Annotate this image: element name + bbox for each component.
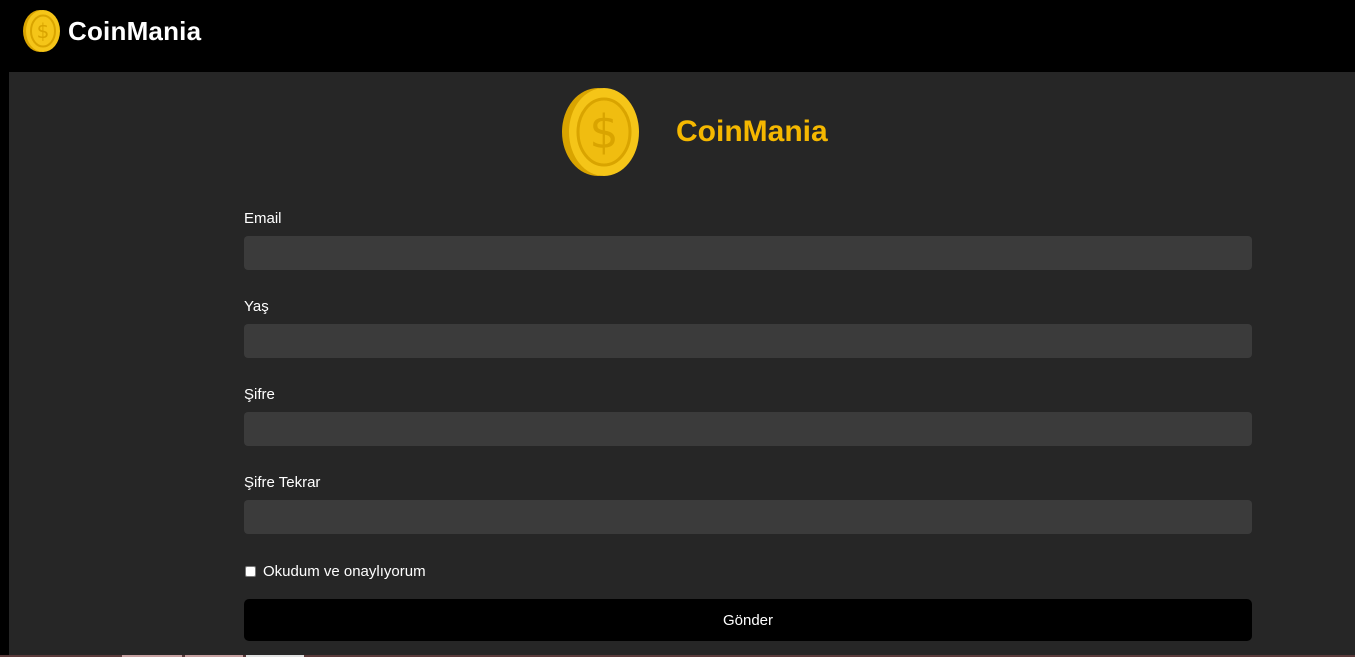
navbar-brand-name: CoinMania	[68, 15, 202, 46]
svg-text:$: $	[37, 19, 50, 43]
navbar: $ CoinMania	[0, 0, 1355, 72]
email-label: Email	[244, 210, 282, 227]
coin-dollar-icon: $	[23, 10, 60, 52]
submit-button[interactable]: Gönder	[244, 599, 1252, 641]
hero-title: CoinMania	[676, 115, 828, 148]
consent-row: Okudum ve onaylıyorum	[244, 563, 426, 580]
password-repeat-field[interactable]	[244, 500, 1252, 534]
password-repeat-label: Şifre Tekrar	[244, 474, 321, 491]
hero-header: $ CoinMania	[562, 86, 828, 178]
consent-label[interactable]: Okudum ve onaylıyorum	[263, 563, 426, 580]
email-field[interactable]	[244, 236, 1252, 270]
age-label: Yaş	[244, 298, 269, 315]
svg-text:$: $	[589, 105, 618, 159]
main-content: $ CoinMania Email Yaş Şifre Şifre Tekrar…	[9, 72, 1355, 657]
password-field[interactable]	[244, 412, 1252, 446]
age-field[interactable]	[244, 324, 1252, 358]
password-label: Şifre	[244, 386, 275, 403]
navbar-brand[interactable]: $ CoinMania	[22, 9, 201, 53]
consent-checkbox[interactable]	[245, 566, 256, 577]
coin-dollar-icon: $	[562, 88, 639, 176]
